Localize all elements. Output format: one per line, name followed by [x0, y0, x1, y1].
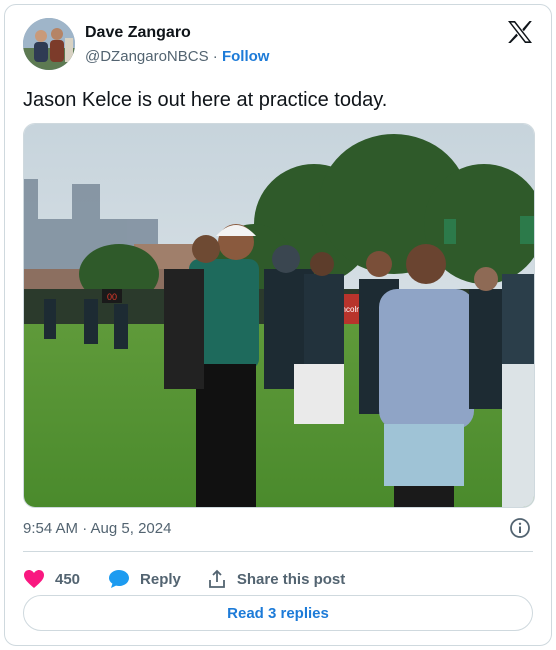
like-count: 450 — [55, 570, 81, 588]
reply-button[interactable]: Reply — [108, 569, 181, 589]
follow-button[interactable]: Follow — [222, 48, 270, 65]
author-handle[interactable]: @DZangaroNBCS — [85, 48, 209, 65]
avatar[interactable] — [23, 18, 75, 70]
info-icon[interactable] — [509, 517, 531, 539]
tweet-photo[interactable]: 00 Lincoln — [23, 123, 535, 508]
tweet-text: Jason Kelce is out here at practice toda… — [23, 89, 388, 111]
tweet-card: Dave Zangaro @DZangaroNBCS · Follow Jaso… — [4, 4, 552, 646]
read-replies-button[interactable]: Read 3 replies — [23, 595, 533, 631]
reply-bubble-icon — [109, 570, 130, 588]
share-button[interactable]: Share this post — [207, 569, 345, 589]
like-button[interactable]: 450 — [23, 569, 80, 589]
heart-icon — [24, 570, 44, 588]
scoreboard-digits: 00 — [107, 292, 117, 302]
author-block: Dave Zangaro @DZangaroNBCS · Follow — [85, 23, 269, 67]
share-icon — [208, 569, 225, 588]
actions-bar: 450 Reply Share this post — [23, 561, 345, 597]
author-handle-row: @DZangaroNBCS · Follow — [85, 47, 269, 67]
x-logo-icon[interactable] — [507, 20, 533, 44]
divider — [23, 551, 533, 552]
handle-separator: · — [212, 48, 218, 65]
tweet-timestamp[interactable]: 9:54 AM · Aug 5, 2024 — [23, 519, 171, 539]
reply-label: Reply — [140, 570, 181, 588]
share-label: Share this post — [236, 570, 346, 588]
author-display-name[interactable]: Dave Zangaro — [85, 23, 269, 43]
